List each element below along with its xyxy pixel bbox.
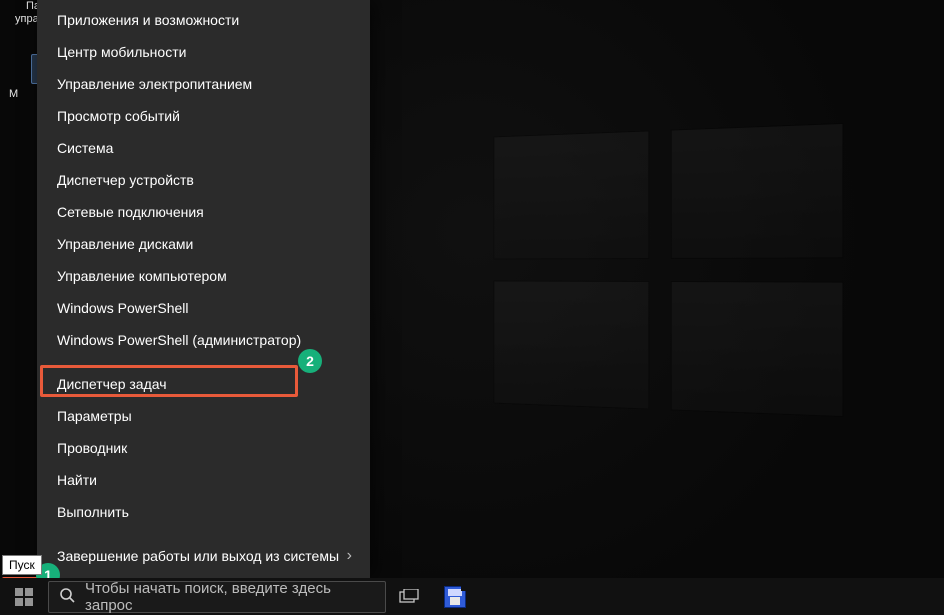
winx-item-power-options[interactable]: Управление электропитанием bbox=[37, 68, 370, 100]
winx-item-disk-management[interactable]: Управление дисками bbox=[37, 228, 370, 260]
winx-item-device-manager[interactable]: Диспетчер устройств bbox=[37, 164, 370, 196]
winx-item-task-manager[interactable]: Диспетчер задач bbox=[37, 368, 370, 400]
winx-item-explorer[interactable]: Проводник bbox=[37, 432, 370, 464]
start-button[interactable] bbox=[0, 578, 48, 615]
winx-item-mobility-center[interactable]: Центр мобильности bbox=[37, 36, 370, 68]
winx-item-computer-management[interactable]: Управление компьютером bbox=[37, 260, 370, 292]
winx-item-powershell[interactable]: Windows PowerShell bbox=[37, 292, 370, 324]
winx-item-label: Завершение работы или выход из системы bbox=[57, 548, 339, 564]
start-tooltip: Пуск bbox=[2, 555, 42, 575]
search-placeholder: Чтобы начать поиск, введите здесь запрос bbox=[85, 580, 375, 614]
taskbar-app-save[interactable] bbox=[432, 578, 478, 615]
windows-logo-wallpaper bbox=[493, 123, 843, 417]
winx-item-apps-features[interactable]: Приложения и возможности bbox=[37, 4, 370, 36]
search-icon bbox=[59, 587, 75, 607]
winx-menu: Приложения и возможности Центр мобильнос… bbox=[37, 0, 370, 578]
winx-item-system[interactable]: Система bbox=[37, 132, 370, 164]
winx-item-event-viewer[interactable]: Просмотр событий bbox=[37, 100, 370, 132]
taskbar-search[interactable]: Чтобы начать поиск, введите здесь запрос bbox=[48, 581, 386, 613]
windows-start-icon bbox=[15, 588, 33, 606]
winx-item-shutdown-signout[interactable]: Завершение работы или выход из системы › bbox=[37, 540, 370, 572]
task-view-button[interactable] bbox=[386, 578, 432, 615]
winx-item-run[interactable]: Выполнить bbox=[37, 496, 370, 528]
task-view-icon bbox=[399, 589, 419, 605]
winx-item-settings[interactable]: Параметры bbox=[37, 400, 370, 432]
winx-item-powershell-admin[interactable]: Windows PowerShell (администратор) bbox=[37, 324, 370, 356]
floppy-disk-icon bbox=[444, 586, 466, 608]
winx-item-network-connections[interactable]: Сетевые подключения bbox=[37, 196, 370, 228]
winx-item-search[interactable]: Найти bbox=[37, 464, 370, 496]
chevron-right-icon: › bbox=[347, 548, 352, 564]
taskbar: Чтобы начать поиск, введите здесь запрос bbox=[0, 578, 944, 615]
